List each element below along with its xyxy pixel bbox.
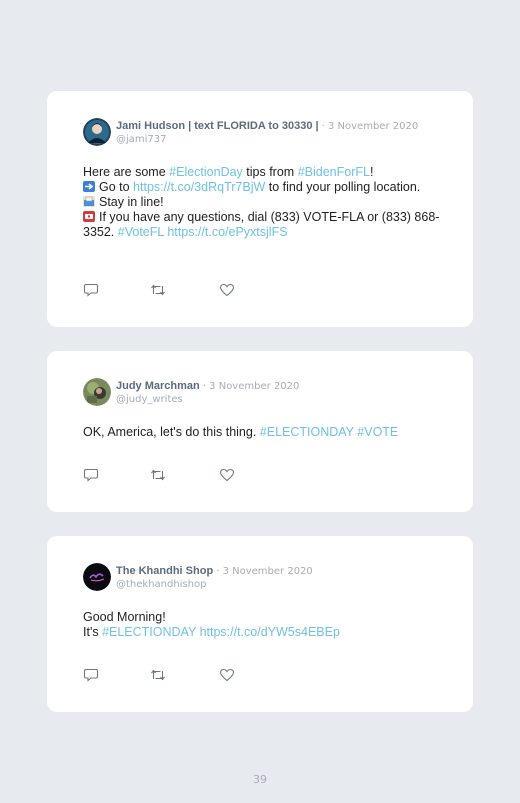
tweet-date: · 3 November 2020 bbox=[202, 381, 300, 392]
like-icon[interactable] bbox=[219, 468, 235, 482]
tweet-date: · 3 November 2020 bbox=[216, 566, 313, 577]
hashtag-link[interactable]: #ElectionDay bbox=[169, 165, 243, 179]
text-segment: to find your polling location. bbox=[265, 180, 421, 194]
text-segment: It's bbox=[83, 625, 103, 639]
author-name[interactable]: Jami Hudson | text FLORIDA to 30330 | bbox=[116, 120, 319, 132]
tweet-header: Judy Marchman · 3 November 2020 @judy_wr… bbox=[83, 378, 463, 410]
retweet-icon[interactable] bbox=[150, 468, 166, 482]
tweet-text: Here are some #ElectionDay tips from #Bi… bbox=[83, 165, 441, 240]
reply-icon[interactable] bbox=[83, 668, 99, 682]
like-icon[interactable] bbox=[219, 668, 235, 682]
author-name[interactable]: Judy Marchman bbox=[116, 380, 200, 392]
author-handle[interactable]: @jami737 bbox=[116, 133, 167, 146]
tweet-date: · 3 November 2020 bbox=[321, 121, 419, 132]
text-segment: Here are some bbox=[83, 165, 170, 179]
tweet-card: Judy Marchman · 3 November 2020 @judy_wr… bbox=[47, 351, 473, 512]
tweet-text: Good Morning! It's #ELECTIONDAY https://… bbox=[83, 610, 441, 640]
tweet-header: The Khandhi Shop · 3 November 2020 @thek… bbox=[83, 563, 463, 595]
author-name[interactable]: The Khandhi Shop bbox=[116, 565, 213, 577]
hashtag-link[interactable]: #ELECTIONDAY bbox=[102, 625, 196, 639]
reply-icon[interactable] bbox=[83, 283, 99, 297]
url-link[interactable]: https://t.co/dYW5s4EBEp bbox=[200, 625, 340, 639]
avatar[interactable] bbox=[83, 378, 111, 406]
url-link[interactable]: https://t.co/3dRqTr7BjW bbox=[133, 180, 265, 194]
text-segment: Good Morning! bbox=[83, 610, 166, 624]
like-icon[interactable] bbox=[219, 283, 235, 297]
text-segment: Stay in line! bbox=[99, 195, 164, 209]
url-link[interactable]: https://t.co/ePyxtsjlFS bbox=[167, 225, 287, 239]
ballot-box-emoji-icon bbox=[83, 196, 95, 207]
hashtag-link[interactable]: #ELECTIONDAY bbox=[260, 425, 354, 439]
text-segment: tips from bbox=[242, 165, 298, 179]
author-handle[interactable]: @thekhandhishop bbox=[116, 578, 206, 591]
avatar[interactable] bbox=[83, 118, 111, 146]
author-handle[interactable]: @judy_writes bbox=[116, 393, 183, 406]
text-segment: OK, America, let's do this thing. bbox=[83, 425, 260, 439]
page-number: 39 bbox=[253, 773, 267, 786]
hashtag-link[interactable]: #VOTE bbox=[357, 425, 398, 439]
retweet-icon[interactable] bbox=[150, 283, 166, 297]
retweet-icon[interactable] bbox=[150, 668, 166, 682]
tweet-text: OK, America, let's do this thing. #ELECT… bbox=[83, 425, 441, 440]
hashtag-link[interactable]: #VoteFL bbox=[118, 225, 164, 239]
text-segment: Go to bbox=[99, 180, 134, 194]
arrow-right-emoji-icon bbox=[83, 181, 95, 192]
reply-icon[interactable] bbox=[83, 468, 99, 482]
tweet-card: The Khandhi Shop · 3 November 2020 @thek… bbox=[47, 536, 473, 712]
tweet-header: Jami Hudson | text FLORIDA to 30330 | · … bbox=[83, 118, 463, 150]
text-segment: ! bbox=[369, 165, 374, 179]
tweet-card: Jami Hudson | text FLORIDA to 30330 | · … bbox=[47, 91, 473, 327]
avatar[interactable] bbox=[83, 563, 111, 591]
telephone-emoji-icon bbox=[83, 211, 95, 222]
hashtag-link[interactable]: #BidenForFL bbox=[298, 165, 370, 179]
